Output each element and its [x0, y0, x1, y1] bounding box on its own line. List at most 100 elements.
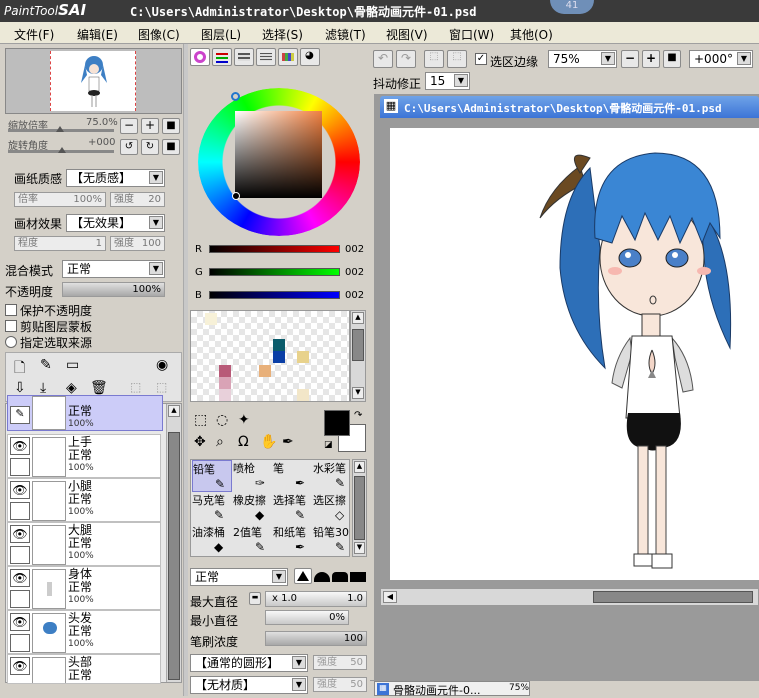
menu-filter[interactable]: 滤镜(T): [325, 26, 366, 43]
tool-palette-scrollbar[interactable]: ▲ ▼: [352, 459, 367, 557]
primary-color-swatch[interactable]: [324, 410, 350, 436]
new-layer-icon[interactable]: 🗋: [14, 357, 25, 381]
clear-layer-icon[interactable]: ◈: [66, 380, 77, 396]
eye-icon[interactable]: 👁: [10, 437, 30, 455]
layer-item[interactable]: 👁 头部 正常: [7, 654, 161, 684]
paper-degree-field[interactable]: 程度 1: [14, 236, 106, 251]
eye-icon[interactable]: 👁: [10, 657, 30, 675]
rect-select-icon[interactable]: ⬚: [194, 412, 207, 428]
scroll-up-icon[interactable]: ▲: [352, 312, 364, 324]
zoom-slider[interactable]: [8, 126, 114, 132]
invert-selection-icon[interactable]: ⬚: [447, 50, 467, 68]
color-swatch[interactable]: [297, 351, 309, 363]
rotation-select[interactable]: +000° ▼: [689, 50, 753, 68]
color-swatch[interactable]: [273, 351, 285, 363]
density-slider[interactable]: 100: [265, 631, 367, 646]
layer-item[interactable]: 👁 身体 正常 100%: [7, 566, 161, 610]
color-swatch[interactable]: [273, 339, 285, 351]
zoom-select[interactable]: 75% ▼: [548, 50, 617, 68]
hue-marker[interactable]: [231, 92, 240, 101]
scroll-down-icon[interactable]: ▼: [352, 387, 364, 399]
shape-strength-field[interactable]: 强度 50: [313, 655, 367, 670]
color-swatch[interactable]: [259, 365, 271, 377]
scratchpad[interactable]: [190, 310, 350, 402]
zoom-out-button[interactable]: −: [621, 50, 639, 68]
zoom-in-button[interactable]: +: [642, 50, 660, 68]
min-size-slider[interactable]: 0%: [265, 610, 349, 625]
tool-binary-pen[interactable]: 2值笔 ✎: [233, 524, 273, 556]
swatch-tab[interactable]: [278, 48, 298, 66]
brush-shape-select[interactable]: 【通常的圆形】 ▼: [190, 654, 308, 672]
mixer-tab[interactable]: [256, 48, 276, 66]
eyedropper-icon[interactable]: ✒: [282, 434, 294, 450]
rotate-slider[interactable]: [8, 147, 114, 153]
paper-rate-field[interactable]: 倍率 100%: [14, 192, 106, 207]
scroll-up-icon[interactable]: ▲: [354, 461, 365, 473]
r-slider[interactable]: [209, 245, 340, 253]
brush-edge-round-icon[interactable]: [314, 572, 330, 582]
lasso-icon[interactable]: ◌: [216, 412, 228, 428]
color-swatch[interactable]: [219, 389, 231, 401]
paper-effect-select[interactable]: 【无效果】 ▼: [66, 214, 165, 232]
layer-mask-icon[interactable]: ◉: [156, 357, 168, 373]
navigator-preview[interactable]: [50, 51, 136, 111]
scratchpad-tab[interactable]: ◕: [300, 48, 320, 66]
magic-wand-icon[interactable]: ✦: [238, 412, 250, 428]
color-swatch[interactable]: [219, 377, 231, 389]
menu-file[interactable]: 文件(F): [14, 26, 54, 43]
layer-up-icon[interactable]: ⬚: [130, 380, 141, 394]
zoom-in-button[interactable]: +: [141, 118, 159, 134]
tool-pencil30[interactable]: 铅笔30 ✎: [313, 524, 353, 556]
rotate-view-icon[interactable]: Ω: [238, 434, 249, 450]
layer-item-selected[interactable]: ✎ 正常 100%: [7, 395, 163, 431]
scratchpad-scrollbar-thumb[interactable]: [352, 329, 364, 361]
brush-texture-select[interactable]: 【无材质】 ▼: [190, 676, 308, 694]
redo-icon[interactable]: ↷: [396, 50, 416, 68]
color-wheel-tab[interactable]: [190, 48, 210, 66]
tool-pen[interactable]: 笔 ✒: [273, 460, 313, 492]
max-size-slider[interactable]: x 1.0 1.0: [265, 591, 367, 607]
rotate-left-button[interactable]: ↺: [120, 139, 138, 155]
drawing-canvas[interactable]: [390, 128, 759, 580]
menu-image[interactable]: 图像(C): [138, 26, 180, 43]
menu-window[interactable]: 窗口(W): [449, 26, 494, 43]
select-edge-checkbox[interactable]: ✓: [475, 53, 487, 65]
rgb-slider-tab[interactable]: [212, 48, 232, 66]
g-slider[interactable]: [209, 268, 340, 276]
eye-icon[interactable]: 👁: [10, 481, 30, 499]
paper-texture-select[interactable]: 【无质感】 ▼: [66, 169, 165, 187]
tool-watercolor[interactable]: 水彩笔 ✎: [313, 460, 353, 492]
color-swatch[interactable]: [205, 313, 217, 325]
scroll-down-icon[interactable]: ▼: [354, 542, 365, 554]
panel-divider[interactable]: [183, 44, 188, 696]
blend-mode-select[interactable]: 正常 ▼: [62, 260, 165, 278]
layer-lock-toggle[interactable]: [10, 458, 30, 476]
canvas-h-scrollbar-thumb[interactable]: [593, 591, 753, 603]
tool-select-eraser[interactable]: 选区擦 ◇: [313, 492, 353, 524]
notification-badge[interactable]: 41: [550, 0, 594, 14]
merge-down-icon[interactable]: ⤓: [40, 380, 46, 396]
brush-edge-flat-icon[interactable]: [350, 572, 366, 582]
layer-item[interactable]: 👁 小腿 正常 100%: [7, 478, 161, 522]
menu-other[interactable]: 其他(O): [510, 26, 553, 43]
document-tab[interactable]: ▦ 骨骼动画元件-0... 75%: [374, 681, 530, 697]
eye-icon[interactable]: 👁: [10, 569, 30, 587]
undo-icon[interactable]: ↶: [373, 50, 393, 68]
layer-lock-toggle[interactable]: [10, 546, 30, 564]
deselect-icon[interactable]: ⬚: [424, 50, 444, 68]
select-source-radio[interactable]: [5, 336, 17, 348]
zoom-reset-button[interactable]: ■: [663, 50, 681, 68]
b-slider[interactable]: [209, 291, 340, 299]
layer-lock-toggle[interactable]: [10, 634, 30, 652]
move-icon[interactable]: ✥: [194, 434, 206, 450]
menu-select[interactable]: 选择(S): [262, 26, 303, 43]
tool-palette-scrollbar-thumb[interactable]: [354, 476, 365, 540]
tool-eraser[interactable]: 橡皮擦 ◆: [233, 492, 273, 524]
brush-edge-soft-icon[interactable]: [332, 572, 348, 582]
layer-item[interactable]: 👁 头发 正常 100%: [7, 610, 161, 654]
tool-airbrush[interactable]: 喷枪 ✑: [233, 460, 273, 492]
layer-list-scrollbar-thumb[interactable]: [168, 432, 180, 680]
brush-blend-select[interactable]: 正常 ▼: [190, 568, 288, 586]
layer-list-scrollbar[interactable]: ▲: [166, 404, 181, 682]
new-vector-layer-icon[interactable]: ✎: [40, 357, 52, 373]
